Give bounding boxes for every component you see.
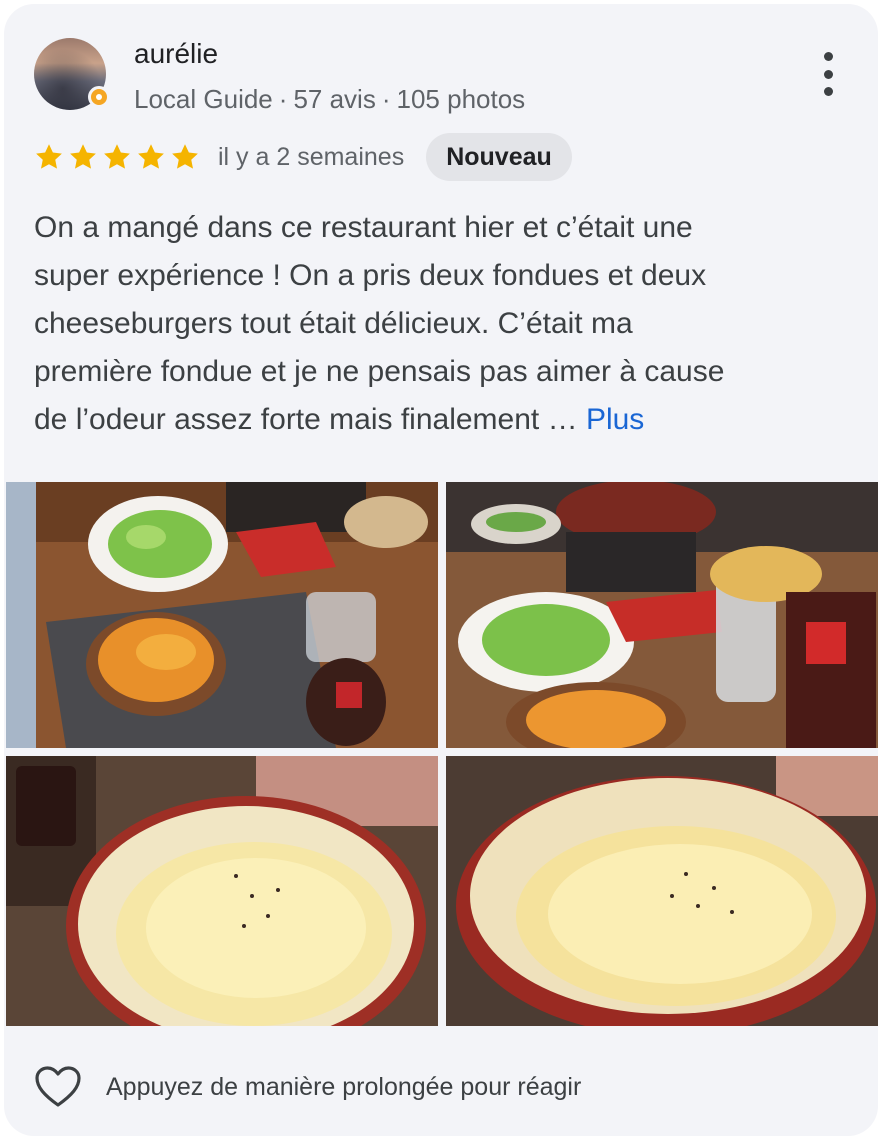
review-line: cheeseburgers tout était délicieux. C’ét… xyxy=(34,307,633,340)
star-icon xyxy=(104,144,130,169)
review-line: super expérience ! On a pris deux fondue… xyxy=(34,259,707,292)
review-photo-salad-fries[interactable] xyxy=(6,482,438,748)
review-photo-table[interactable] xyxy=(446,482,878,748)
review-card: aurélie Local Guide · 57 avis · 105 photos i… xyxy=(4,4,878,1136)
more-link[interactable]: Plus xyxy=(586,403,644,436)
local-guide-badge-icon xyxy=(88,86,110,108)
photos-count: 105 photos xyxy=(396,84,526,114)
meta-separator: · xyxy=(381,84,391,114)
reviews-count: 57 avis xyxy=(293,84,376,114)
star-icon xyxy=(138,144,164,169)
star-icon xyxy=(70,144,96,169)
rating-row: il y a 2 semaines Nouveau xyxy=(34,132,572,182)
avatar[interactable] xyxy=(34,38,110,110)
review-date: il y a 2 semaines xyxy=(218,142,405,171)
review-line: de l’odeur assez forte mais finalement …… xyxy=(34,403,645,436)
more-vert-icon[interactable] xyxy=(822,52,834,96)
review-photo-fondue-2[interactable] xyxy=(446,756,878,1026)
local-guide-label: Local Guide xyxy=(134,84,273,114)
author-name[interactable]: aurélie xyxy=(134,38,218,70)
new-badge: Nouveau xyxy=(426,133,572,181)
review-text: On a mangé dans ce restaurant hier et c’… xyxy=(34,204,854,444)
react-hint-text: Appuyez de manière prolongée pour réagir xyxy=(106,1072,582,1101)
meta-separator: · xyxy=(278,84,288,114)
review-line: On a mangé dans ce restaurant hier et c’… xyxy=(34,211,693,244)
review-line: première fondue et je ne pensais pas aim… xyxy=(34,355,725,388)
star-icon xyxy=(172,144,198,169)
author-meta: Local Guide · 57 avis · 105 photos xyxy=(134,84,525,115)
star-icon xyxy=(36,144,62,169)
star-rating xyxy=(34,142,200,172)
reaction-bar[interactable]: Appuyez de manière prolongée pour réagir xyxy=(34,1064,581,1110)
photo-grid xyxy=(6,482,878,1026)
heart-outline-icon[interactable] xyxy=(34,1065,82,1109)
review-photo-fondue-1[interactable] xyxy=(6,756,438,1026)
